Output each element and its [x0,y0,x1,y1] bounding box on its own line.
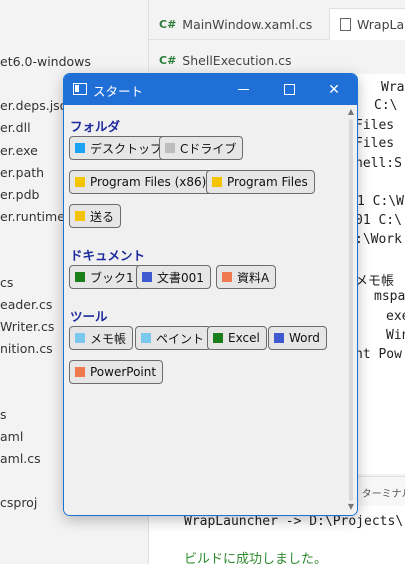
window-titlebar[interactable]: スタート ✕ [64,74,357,105]
csharp-icon: C# [159,53,177,67]
tab-label: WrapLa [357,17,405,32]
tool-color-swatch [141,333,151,343]
tab-terminal[interactable]: ターミナル [362,489,405,500]
code-line: Files [355,136,395,151]
button-label: Cドライブ [180,141,237,156]
tool-color-swatch [75,367,85,377]
explorer-item[interactable]: Writer.cs [0,319,54,334]
tool-button-powerpoint[interactable]: PowerPoint [69,360,164,384]
code-line: Win [386,328,405,343]
button-label: 送る [90,209,115,224]
code-line: メモ帳 [355,274,395,289]
editor-tab-bar: C# MainWindow.xaml.cs WrapLa [149,0,405,40]
explorer-item[interactable]: er.dll [0,120,31,135]
section-title-documents: ドキュメント [70,248,146,263]
folder-color-swatch [165,143,175,153]
window-icon [73,83,87,95]
code-line: exe [386,309,405,324]
explorer-item[interactable]: s [0,407,7,422]
terminal-line: WrapLauncher -> D:\Projects\ [184,514,404,529]
file-icon [340,18,351,31]
maximize-icon [283,84,295,95]
button-label: 文書001 [157,270,204,285]
editor-tab-bar-secondary: C# ShellExecution.cs [149,44,405,74]
close-button[interactable]: ✕ [311,74,357,105]
tool-button-word[interactable]: Word [268,326,327,350]
minimize-icon [237,88,249,91]
tool-color-swatch [75,333,85,343]
tool-button-excel[interactable]: Excel [207,326,267,350]
folder-color-swatch [75,177,85,187]
explorer-item[interactable]: cs [0,275,13,290]
window-title: スタート [93,84,144,99]
document-color-swatch [75,272,85,282]
document-button-material-a[interactable]: 資料A [216,265,277,289]
button-label: Excel [228,331,260,345]
tool-button-notepad[interactable]: メモ帳 [69,326,134,350]
csharp-icon: C# [159,17,177,31]
explorer-item[interactable]: nition.cs [0,341,53,356]
section-title-folders: フォルダ [70,119,121,134]
button-label: Program Files (x86) [90,175,207,189]
explorer-item[interactable]: et6.0-windows [0,54,91,69]
explorer-item[interactable]: eader.cs [0,297,52,312]
document-button-book1[interactable]: ブック1 [69,265,141,289]
tab-wraplauncher[interactable]: WrapLa [329,8,405,40]
scroll-down-icon[interactable]: ▼ [346,502,356,512]
code-line: C:\ [374,98,398,113]
code-line: mspa [374,289,405,304]
tab-label: MainWindow.xaml.cs [182,16,313,32]
explorer-item[interactable]: aml.cs [0,451,41,466]
code-line: Files [355,118,395,133]
button-label: ブック1 [90,270,134,285]
folder-color-swatch [212,177,222,187]
tool-color-swatch [213,333,223,343]
folder-color-swatch [75,143,85,153]
window-content: フォルダ デスクトップ Cドライブ Program Files (x86) Pr… [64,105,345,515]
folder-button-desktop[interactable]: デスクトップ [69,136,170,160]
start-window: スタート ✕ フォルダ デスクトップ Cドライブ Program Files (… [63,73,358,516]
code-line: 1 C:\W [357,194,404,209]
document-color-swatch [142,272,152,282]
minimize-button[interactable] [220,74,266,105]
button-label: 資料A [237,270,270,285]
button-label: デスクトップ [90,141,163,156]
terminal-line-success: ビルドに成功しました。 [184,552,328,564]
button-label: ペイント [156,331,205,346]
document-color-swatch [222,272,232,282]
folder-button-sendto[interactable]: 送る [69,204,122,228]
folder-button-program-files[interactable]: Program Files [206,170,315,194]
code-line: Wra [381,80,405,95]
section-title-tools: ツール [70,309,108,324]
close-icon: ✕ [328,81,340,98]
explorer-item[interactable]: er.pdb [0,187,39,202]
button-label: Word [289,331,320,345]
explorer-item[interactable]: csproj [0,495,37,510]
tab-mainwindow[interactable]: C# MainWindow.xaml.cs [159,8,312,40]
explorer-item[interactable]: er.path [0,165,44,180]
explorer-item[interactable]: aml [0,429,23,444]
code-line: hell:S [355,156,402,171]
code-line: :\Work [355,232,402,247]
code-line: nt Pow [355,347,402,362]
folder-button-program-files-x86[interactable]: Program Files (x86) [69,170,214,194]
scrollbar-track[interactable] [349,119,353,501]
maximize-button[interactable] [266,74,312,105]
button-label: PowerPoint [90,365,157,379]
button-label: Program Files [227,175,308,189]
button-label: メモ帳 [90,331,127,346]
folder-color-swatch [75,211,85,221]
tool-color-swatch [274,333,284,343]
document-button-doc001[interactable]: 文書001 [136,265,211,289]
folder-button-c-drive[interactable]: Cドライブ [159,136,244,160]
tab-label: ShellExecution.cs [182,52,292,68]
tab-shellexecution[interactable]: C# ShellExecution.cs [159,44,292,76]
explorer-item[interactable]: er.exe [0,143,38,158]
scroll-up-icon[interactable]: ▲ [346,107,356,117]
code-line: 01 C:\ [355,213,402,228]
tool-button-paint[interactable]: ペイント [135,326,212,350]
vertical-scrollbar[interactable]: ▲ ▼ [345,105,357,515]
